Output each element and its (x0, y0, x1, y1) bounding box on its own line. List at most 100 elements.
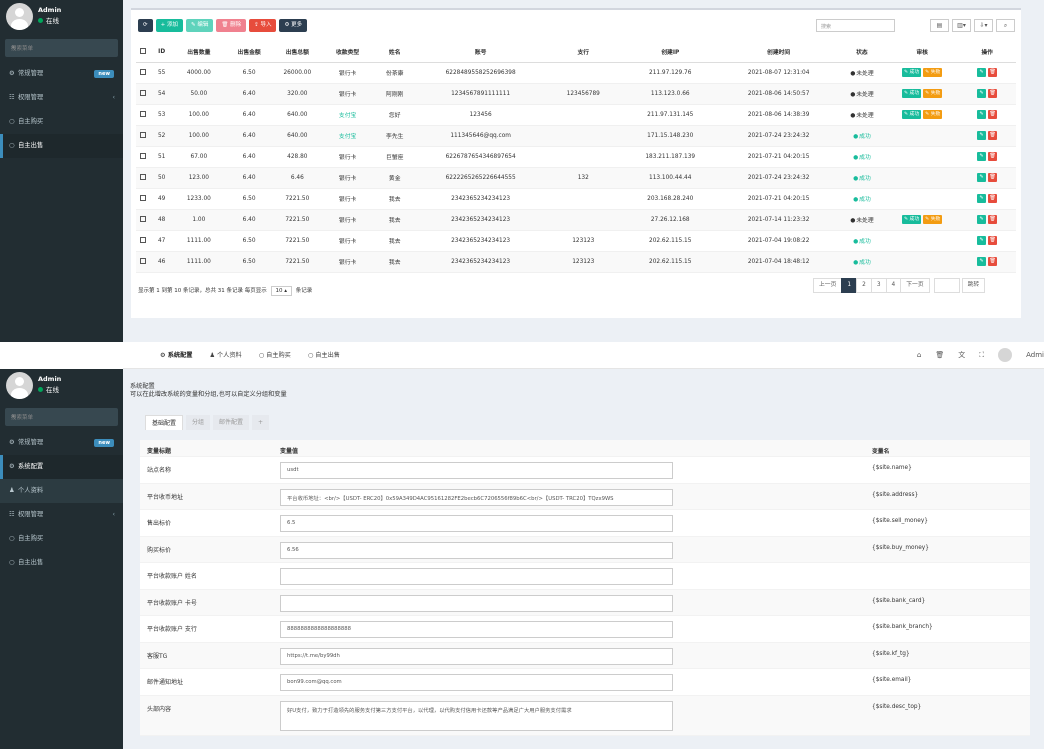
config-value-input[interactable]: usdt (280, 462, 673, 479)
sidebar-item-profile[interactable]: ♟ 个人资料 (0, 479, 123, 503)
language-icon[interactable]: 文 (958, 350, 965, 360)
tab-mail-config[interactable]: 邮件配置 (213, 415, 250, 430)
row-checkbox-cell[interactable] (136, 209, 151, 231)
config-value-input[interactable]: bon99.com@qq.com (280, 674, 673, 691)
audit-fail-button[interactable]: ✎ 失败 (923, 89, 943, 98)
sidebar-item-buy[interactable]: ○ 自主购买 (0, 527, 123, 551)
config-value-input[interactable]: 6.5 (280, 515, 673, 532)
delete-row-icon[interactable]: 🗑 (988, 68, 998, 77)
edit-row-icon[interactable]: ✎ (977, 257, 987, 266)
edit-row-icon[interactable]: ✎ (977, 173, 987, 182)
row-checkbox-cell[interactable] (136, 125, 151, 147)
edit-row-icon[interactable]: ✎ (977, 110, 987, 119)
edit-row-icon[interactable]: ✎ (977, 194, 987, 203)
select-all-checkbox-cell[interactable] (136, 42, 151, 63)
columns-icon[interactable]: ▥▾ (952, 19, 971, 32)
row-checkbox-cell[interactable] (136, 167, 151, 189)
row-checkbox-cell[interactable] (136, 188, 151, 210)
edit-row-icon[interactable]: ✎ (977, 68, 987, 77)
refresh-button[interactable]: ⟳ (138, 19, 153, 32)
row-checkbox[interactable] (140, 236, 147, 243)
sidebar-item-sell[interactable]: ○ 自主出售 (0, 134, 123, 158)
edit-row-icon[interactable]: ✎ (977, 236, 987, 245)
search-toggle-icon[interactable]: ⌕ (996, 19, 1015, 32)
row-checkbox[interactable] (140, 131, 147, 138)
row-checkbox[interactable] (140, 89, 147, 96)
tab-basic-config[interactable]: 基础配置 (145, 415, 184, 430)
sidebar-item-permission[interactable]: ☷ 权限管理 ‹ (0, 86, 123, 110)
delete-row-icon[interactable]: 🗑 (988, 257, 998, 266)
table-row[interactable]: 46 1111.00 6.50 7221.50 银行卡 我去 234236523423412… (136, 251, 1016, 273)
page-size-select[interactable]: 10 ▴ (270, 286, 293, 296)
delete-row-icon[interactable]: 🗑 (988, 236, 998, 245)
add-button[interactable]: + 添加 (155, 19, 183, 32)
export-icon[interactable]: ⇩▾ (974, 19, 993, 32)
avatar[interactable] (998, 348, 1013, 362)
add-tab-button[interactable]: + (252, 415, 270, 430)
tab-buy[interactable]: ○ 自主购买 (259, 350, 291, 359)
search-icon[interactable]: ⌕ (11, 412, 111, 421)
prev-page-button[interactable]: 上一页 (813, 278, 843, 293)
row-checkbox[interactable] (140, 194, 147, 201)
config-value-input[interactable]: 好U支付，致力于打造领先的服务支付第三方支付平台，以代理，以代购支付信用卡还款等… (280, 700, 673, 731)
trash-icon[interactable]: 🗑 (935, 351, 944, 359)
audit-success-button[interactable]: ✎ 成功 (902, 215, 922, 224)
row-checkbox[interactable] (140, 215, 147, 222)
edit-row-icon[interactable]: ✎ (977, 152, 987, 161)
table-row[interactable]: 50 123.00 6.40 6.46 银行卡 黄金 6222265265226644555… (136, 167, 1016, 189)
config-value-input[interactable] (280, 594, 673, 612)
row-checkbox-cell[interactable] (136, 83, 151, 105)
audit-fail-button[interactable]: ✎ 失败 (923, 215, 943, 224)
import-button[interactable]: ⇪ 导入 (249, 19, 277, 32)
delete-row-icon[interactable]: 🗑 (988, 215, 998, 224)
row-checkbox-cell[interactable] (136, 62, 151, 84)
table-row[interactable]: 51 67.00 6.40 428.80 银行卡 巨蟹座 62267876543468976… (136, 146, 1016, 168)
table-row[interactable]: 49 1233.00 6.50 7221.50 银行卡 我去 234236523423412… (136, 188, 1016, 210)
more-button[interactable]: ⚙ 更多 (279, 19, 308, 32)
audit-fail-button[interactable]: ✎ 失败 (923, 110, 943, 119)
top-user-name[interactable]: Admi (1026, 351, 1044, 359)
audit-success-button[interactable]: ✎ 成功 (902, 110, 922, 119)
row-checkbox-cell[interactable] (136, 146, 151, 168)
row-checkbox[interactable] (140, 257, 147, 264)
page-4-button[interactable]: 4 (885, 278, 902, 293)
next-page-button[interactable]: 下一页 (900, 278, 930, 293)
sidebar-item-sell[interactable]: ○ 自主出售 (0, 551, 123, 575)
home-icon[interactable]: ⌂ (917, 351, 921, 359)
sidebar-search[interactable]: 搜索菜单 ⌕ (5, 39, 118, 57)
toggle-view-icon[interactable]: ▤ (930, 19, 949, 32)
config-value-input[interactable]: 8888888888888888888 (280, 621, 673, 638)
table-row[interactable]: 47 1111.00 6.50 7221.50 银行卡 我去 234236523423412… (136, 230, 1016, 252)
audit-fail-button[interactable]: ✎ 失败 (923, 68, 943, 77)
sidebar-item-general[interactable]: ⚙ 常规管理 new (0, 431, 123, 455)
row-checkbox[interactable] (140, 68, 147, 75)
delete-button[interactable]: 🗑 删除 (216, 19, 247, 32)
tab-profile[interactable]: ♟ 个人资料 (209, 350, 241, 359)
fullscreen-icon[interactable]: ⛶ (979, 351, 984, 360)
delete-row-icon[interactable]: 🗑 (988, 173, 998, 182)
sidebar-item-permission[interactable]: ☷ 权限管理 ‹ (0, 503, 123, 527)
edit-button[interactable]: ✎ 编辑 (185, 19, 214, 32)
table-row[interactable]: 55 4000.00 6.50 26000.00 银行卡 份茶康 6228489558252… (136, 62, 1016, 84)
config-value-input[interactable]: https://t.me/by99dh (280, 647, 673, 665)
sidebar-search[interactable]: 搜索菜单 ⌕ (5, 408, 118, 426)
sidebar-item-system-config[interactable]: ⚙ 系统配置 (0, 455, 123, 479)
delete-row-icon[interactable]: 🗑 (988, 131, 998, 140)
row-checkbox-cell[interactable] (136, 251, 151, 273)
jump-page-input[interactable] (933, 278, 960, 293)
delete-row-icon[interactable]: 🗑 (988, 194, 998, 203)
row-checkbox[interactable] (140, 110, 147, 117)
row-checkbox[interactable] (140, 152, 147, 159)
edit-row-icon[interactable]: ✎ (977, 215, 987, 224)
search-icon[interactable]: ⌕ (11, 43, 111, 52)
table-search-input[interactable]: 搜索 (816, 19, 895, 32)
row-checkbox-cell[interactable] (136, 104, 151, 126)
config-value-input[interactable] (280, 568, 673, 585)
jump-button[interactable]: 跳转 (961, 278, 986, 293)
table-row[interactable]: 52 100.00 6.40 640.00 支付宝 李先生 111345646@qq.com… (136, 125, 1016, 147)
page-1-button[interactable]: 1 (841, 278, 858, 293)
select-all-checkbox[interactable] (140, 47, 147, 54)
sidebar-item-general[interactable]: ⚙ 常规管理 new (0, 62, 123, 86)
edit-row-icon[interactable]: ✎ (977, 89, 987, 98)
table-row[interactable]: 53 100.00 6.40 640.00 支付宝 您好 123456 211.97.131.… (136, 104, 1016, 126)
